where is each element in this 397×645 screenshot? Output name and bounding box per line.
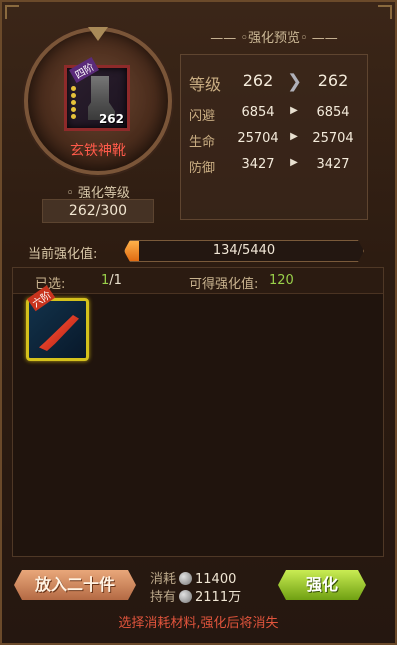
own-value: 2111万 [195,590,242,605]
arrow-right-icon: ▶ [290,131,298,142]
preview-row-level: 等级 262 ❯ 262 [181,71,369,95]
material-header: 已选: 1/1 可得强化值: 120 [13,268,383,294]
frame-corner [5,5,19,19]
stat-to: 3427 [316,157,350,172]
stat-label: 闪避 [189,109,216,124]
current-value-label: 当前强化值: [28,247,98,262]
stat-from: 3427 [241,157,275,172]
enhance-button[interactable]: 强化 [278,570,366,600]
own-label: 持有 [150,590,177,605]
preview-title: —— ◦强化预览◦ —— [210,31,338,46]
cost-label: 消耗 [150,572,177,587]
stat-label: 生命 [189,135,216,150]
put-twenty-button[interactable]: 放入二十件 [14,570,136,600]
hint-text: 选择消耗材料,强化后将消失 [118,616,279,631]
silver-coin-icon [179,572,193,585]
cost-row: 消耗 11400 [150,568,236,587]
own-row: 持有 2111万 [150,586,241,605]
stat-to: 262 [317,71,349,90]
material-grid: 已选: 1/1 可得强化值: 120 六阶 [12,267,384,557]
stat-label: 等级 [189,75,222,94]
item-level: 262 [98,112,124,126]
stat-label: 防御 [189,161,216,176]
double-arrow-icon: ❯ [287,71,303,92]
stat-to: 25704 [312,131,354,146]
preview-row-defense: 防御 3427 ▶ 3427 [181,157,369,181]
stat-to: 6854 [316,105,350,120]
item-name: 玄铁神靴 [70,143,126,159]
red-blade-icon [39,315,79,351]
stat-from: 25704 [237,131,279,146]
gain-label: 可得强化值: [189,277,259,292]
progress-text: 134/5440 [212,243,276,258]
star-rating [71,86,76,119]
enhance-level-value: 262/300 [42,199,154,223]
frame-corner [378,5,392,19]
silver-coin-icon [179,590,193,603]
selected-count: 1/1 [101,273,122,288]
cost-value: 11400 [195,572,237,587]
material-slot[interactable]: 六阶 [26,285,89,361]
stat-from: 262 [242,71,274,90]
item-slot[interactable]: 四阶 262 [64,57,130,131]
stat-from: 6854 [241,105,275,120]
enhance-progress-bar: 134/5440 [124,240,364,262]
preview-panel: 等级 262 ❯ 262 闪避 6854 ▶ 6854 生命 25704 ▶ 2… [180,54,368,220]
arrow-right-icon: ▶ [290,157,298,168]
arrow-right-icon: ▶ [290,105,298,116]
preview-row-dodge: 闪避 6854 ▶ 6854 [181,105,369,129]
gain-value: 120 [269,273,294,288]
preview-row-hp: 生命 25704 ▶ 25704 [181,131,369,155]
